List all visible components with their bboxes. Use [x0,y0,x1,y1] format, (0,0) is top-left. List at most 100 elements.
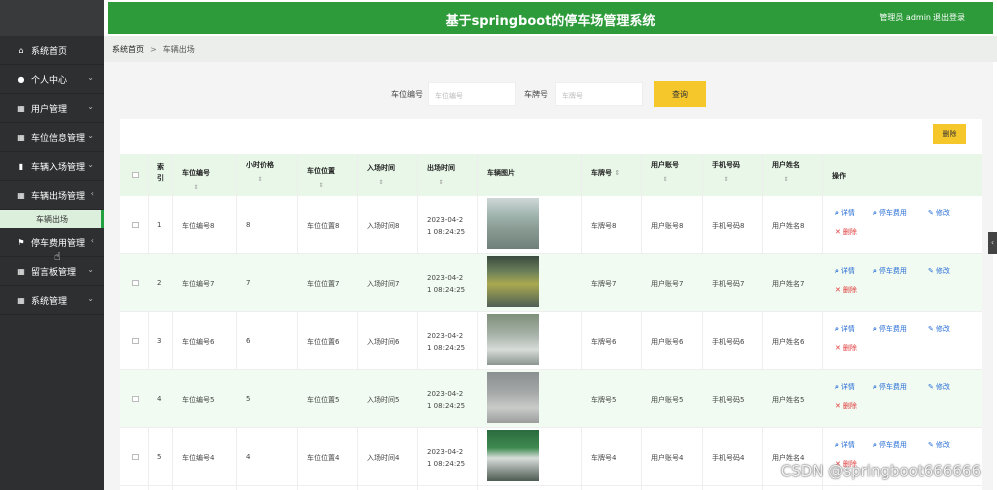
column-header-image[interactable]: 车辆图片 [487,168,515,178]
delete-link[interactable]: ✕ 删除 [835,401,857,411]
sidebar-item-spots[interactable]: ▦ 车位信息管理 ⌄ [0,123,104,152]
select-all-checkbox[interactable] [132,172,139,178]
out-time-line2: 1 08:24:25 [427,402,466,410]
chevron-up-icon: ‹ [90,189,94,198]
edit-link[interactable]: ✎ 修改 [928,208,950,218]
breadcrumb-home[interactable]: 系统首页 [112,44,144,55]
search-button[interactable]: 查询 [654,81,706,107]
sidebar-item-profile[interactable]: ● 个人中心 ⌄ [0,65,104,94]
cell-out-time: 2023-04-2 1 08:24:25 [427,214,471,238]
fee-link[interactable]: ⌕ 停车费用 [873,440,907,450]
search-icon: ⌕ [835,383,839,391]
fee-link[interactable]: ⌕ 停车费用 [873,382,907,392]
sidebar-item-entry[interactable]: ▮ 车辆入场管理 ⌄ [0,152,104,181]
cell-account: 用户账号4 [651,454,684,462]
fee-link[interactable]: ⌕ 停车费用 [873,266,907,276]
edit-link[interactable]: ✎ 修改 [928,266,950,276]
column-header-phone[interactable]: 手机号码 ⇕ [712,160,740,183]
edit-label: 修改 [935,267,950,275]
sort-icon: ⇕ [193,184,199,191]
row-checkbox[interactable] [132,454,139,460]
row-checkbox[interactable] [132,280,139,286]
detail-link[interactable]: ⌕ 详情 [835,324,855,334]
detail-link[interactable]: ⌕ 详情 [835,266,855,276]
cell-account: 用户账号7 [651,280,684,288]
sidebar: ⌂ 系统首页 ● 个人中心 ⌄ ▦ 用户管理 ⌄ ▦ 车位信息管理 ⌄ ▮ 车辆… [0,0,104,490]
fee-link[interactable]: ⌕ 停车费用 [873,324,907,334]
out-time-line2: 1 08:24:25 [427,228,466,236]
table-body: 1 车位编号8 8 车位位置8 入场时间8 2023-04-2 1 08:24:… [120,196,982,486]
batch-delete-button[interactable]: 删除 [933,124,966,144]
sidebar-item-label: 车辆入场管理 [31,162,86,173]
row-checkbox[interactable] [132,222,139,228]
edit-link[interactable]: ✎ 修改 [928,324,950,334]
cell-index: 5 [157,453,162,461]
column-header-price[interactable]: 小时价格 ⇕ [246,160,274,183]
sidebar-item-label: 系统首页 [31,46,68,57]
cell-location: 车位位置6 [307,338,340,346]
edit-icon: ✎ [928,383,934,391]
sidebar-item-exit[interactable]: ▦ 车辆出场管理 ‹ [0,181,104,210]
vehicle-image[interactable] [487,430,539,481]
delete-link[interactable]: ✕ 删除 [835,285,857,295]
column-header-location[interactable]: 车位位置 ⇕ [307,166,335,189]
home-icon: ⌂ [18,45,24,55]
delete-label: 删除 [842,344,857,352]
cell-spot: 车位编号4 [182,454,215,462]
sidebar-item-label: 留言板管理 [31,267,77,278]
detail-link[interactable]: ⌕ 详情 [835,382,855,392]
column-header-out-time[interactable]: 出场时间 ⇕ [427,163,455,186]
column-header-index[interactable]: 索 引 [157,162,164,184]
cell-phone: 手机号码7 [712,280,745,288]
sidebar-item-label: 个人中心 [31,75,68,86]
edit-link[interactable]: ✎ 修改 [928,440,950,450]
sidebar-item-messages[interactable]: ▦ 留言板管理 ⌄ [0,257,104,286]
column-header-account[interactable]: 用户账号 ⇕ [651,160,679,183]
column-header-plate[interactable]: 车牌号 ⇕ [591,168,620,178]
search-icon: ⌕ [835,209,839,217]
chevron-down-icon: ⌄ [87,102,94,111]
fee-link[interactable]: ⌕ 停车费用 [873,208,907,218]
grid-icon: ▦ [17,190,25,200]
row-checkbox[interactable] [132,396,139,402]
cell-plate: 车牌号4 [591,454,617,462]
collapse-toggle-icon[interactable]: ‹ [988,232,997,254]
detail-link[interactable]: ⌕ 详情 [835,208,855,218]
vehicle-image[interactable] [487,314,539,365]
delete-link[interactable]: ✕ 删除 [835,343,857,353]
delete-link[interactable]: ✕ 删除 [835,227,857,237]
cell-plate: 车牌号8 [591,222,617,230]
vehicle-image[interactable] [487,256,539,307]
column-header-spot[interactable]: 车位编号 ⇕ [182,168,210,191]
column-header-name[interactable]: 用户姓名 ⇕ [772,160,800,183]
sidebar-item-fees[interactable]: ⚑ 停车费用管理 ‹ [0,228,104,257]
sidebar-item-users[interactable]: ▦ 用户管理 ⌄ [0,94,104,123]
detail-link[interactable]: ⌕ 详情 [835,440,855,450]
sidebar-subitem-exit[interactable]: 车辆出场 [0,210,104,228]
sidebar-item-system[interactable]: ▦ 系统管理 ⌄ [0,286,104,315]
cell-price: 4 [246,453,251,461]
spot-number-input[interactable]: 车位编号 [428,82,516,106]
out-time-line2: 1 08:24:25 [427,344,466,352]
search-icon: ⌕ [873,209,877,217]
cell-index: 4 [157,395,162,403]
cell-plate: 车牌号6 [591,338,617,346]
vehicle-image[interactable] [487,372,539,423]
flag-icon: ⚑ [17,237,25,247]
detail-label: 详情 [840,383,855,391]
cell-spot: 车位编号7 [182,280,215,288]
plate-number-input[interactable]: 车牌号 [555,82,643,106]
out-time-line1: 2023-04-2 [427,274,464,282]
logout-link[interactable]: 退出登录 [933,12,965,23]
search-icon: ⌕ [835,267,839,275]
sort-icon: ⇕ [783,176,789,183]
column-header-in-time[interactable]: 入场时间 ⇕ [367,163,395,186]
vehicle-image[interactable] [487,198,539,249]
cell-location: 车位位置7 [307,280,340,288]
edit-link[interactable]: ✎ 修改 [928,382,950,392]
grid-icon: ▦ [17,132,25,142]
cell-out-time: 2023-04-2 1 08:24:25 [427,446,471,470]
edit-icon: ✎ [928,209,934,217]
row-checkbox[interactable] [132,338,139,344]
sidebar-item-home[interactable]: ⌂ 系统首页 [0,36,104,65]
